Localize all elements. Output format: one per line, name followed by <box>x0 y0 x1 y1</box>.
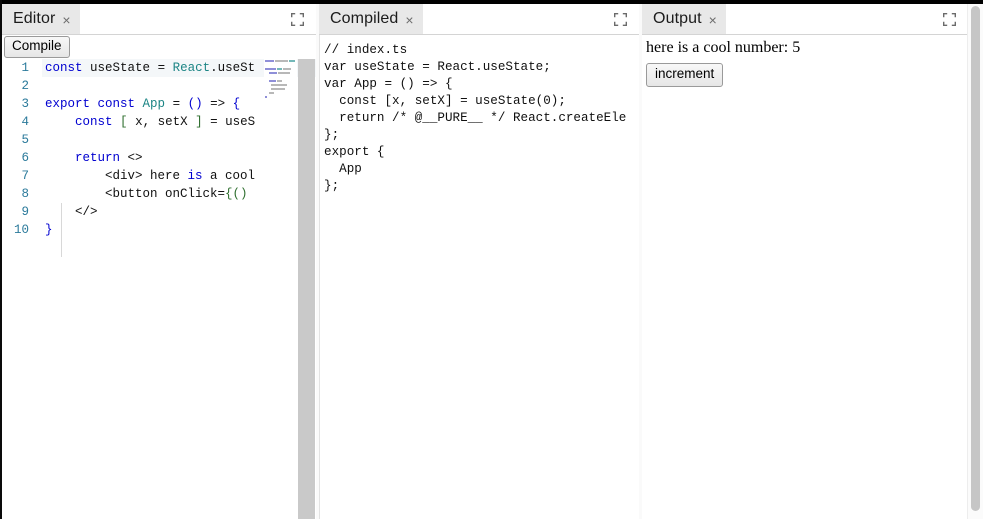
editor-tabbar: Editor × <box>2 4 316 35</box>
tab-compiled-label: Compiled <box>330 10 398 28</box>
line-number: 6 <box>2 149 42 167</box>
line-number: 7 <box>2 167 42 185</box>
output-tabbar-spacer <box>726 4 936 34</box>
compiled-panel: Compiled × // index.ts var useState = Re… <box>319 4 639 519</box>
output-message: here is a cool number: 5 <box>642 35 968 58</box>
output-preview-body: here is a cool number: 5 increment <box>642 35 968 519</box>
page-scrollbar-thumb[interactable] <box>971 6 980 511</box>
line-number: 5 <box>2 131 42 149</box>
output-panel: Output × here is a cool number: 5 increm… <box>642 4 968 519</box>
line-number: 4 <box>2 113 42 131</box>
editor-minimap[interactable] <box>264 59 297 519</box>
line-number: 1 <box>2 59 42 77</box>
editor-tabbar-spacer <box>80 4 284 34</box>
close-icon[interactable]: × <box>709 12 717 27</box>
tab-output[interactable]: Output × <box>642 4 726 34</box>
expand-icon[interactable] <box>284 4 310 34</box>
tab-compiled[interactable]: Compiled × <box>319 4 423 34</box>
code-editor[interactable]: 1 const useState = React.useSt 2 3 expor… <box>2 59 316 519</box>
editor-scroll-strip[interactable] <box>298 59 315 519</box>
tab-editor-label: Editor <box>13 10 55 28</box>
line-number: 9 <box>2 203 42 221</box>
output-tabbar: Output × <box>642 4 968 35</box>
expand-icon[interactable] <box>607 4 633 34</box>
line-number: 3 <box>2 95 42 113</box>
line-number: 2 <box>2 77 42 95</box>
tab-output-label: Output <box>653 10 702 28</box>
compiled-output-body: // index.ts var useState = React.useStat… <box>319 35 639 519</box>
page-scrollbar[interactable] <box>967 4 983 519</box>
line-number: 8 <box>2 185 42 203</box>
increment-button[interactable]: increment <box>646 63 723 87</box>
expand-icon[interactable] <box>936 4 962 34</box>
editor-panel: Editor × Compile 1 const useState = R <box>2 4 316 519</box>
tab-editor[interactable]: Editor × <box>2 4 80 34</box>
editor-toolbar: Compile <box>2 35 316 59</box>
compiled-left-border <box>319 35 320 519</box>
close-icon[interactable]: × <box>405 12 413 27</box>
compiled-tabbar-spacer <box>423 4 607 34</box>
compiled-code: // index.ts var useState = React.useStat… <box>319 35 639 195</box>
panels-workspace: Editor × Compile 1 const useState = R <box>2 4 968 519</box>
line-number: 10 <box>2 221 42 239</box>
indent-guide <box>61 203 62 257</box>
close-icon[interactable]: × <box>62 12 70 27</box>
compile-button[interactable]: Compile <box>4 36 70 58</box>
compiled-tabbar: Compiled × <box>319 4 639 35</box>
